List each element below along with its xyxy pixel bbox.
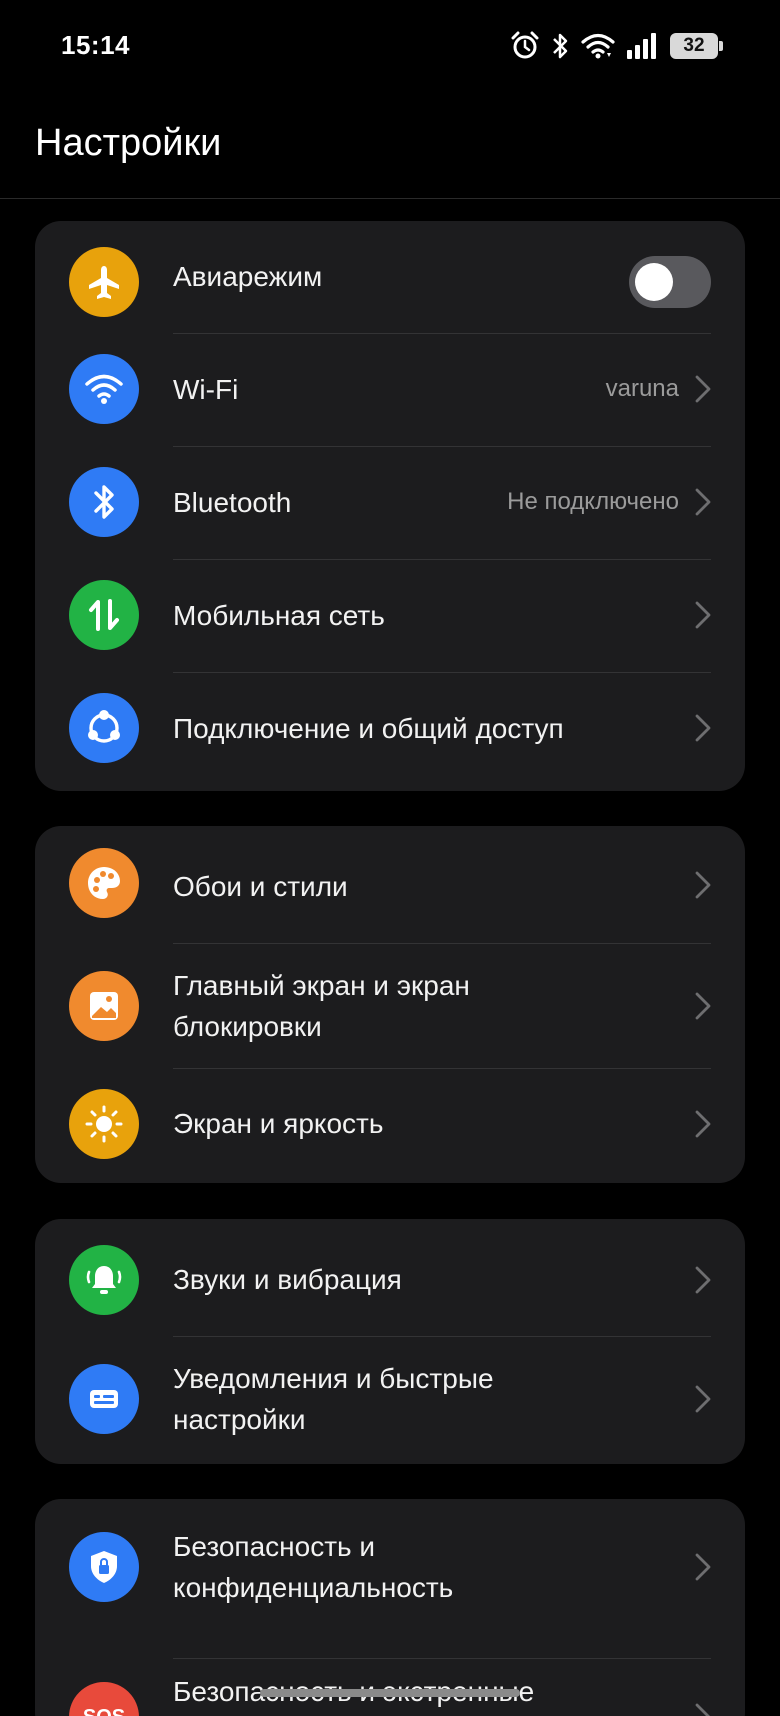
bluetooth-icon	[69, 467, 139, 537]
wifi-icon	[69, 354, 139, 424]
settings-item-sounds-vibration[interactable]: Звуки и вибрация	[35, 1219, 745, 1336]
chevron-right-icon	[695, 601, 711, 629]
chevron-right-icon	[695, 992, 711, 1020]
settings-item-label: Экран и яркость	[173, 1108, 384, 1139]
chevron-right-icon	[695, 375, 711, 403]
settings-item-label: Главный экран и экран блокировки	[173, 970, 470, 1042]
sun-icon	[69, 1089, 139, 1159]
settings-group-connectivity: Авиарежим Wi-Fi varuna Bluetooth Не подк…	[35, 221, 745, 791]
bluetooth-status-icon	[553, 33, 568, 59]
status-bar: 15:14 32	[0, 0, 780, 96]
settings-item-notifications-quick-settings[interactable]: Уведомления и быстрые настройки	[35, 1337, 745, 1464]
settings-item-label: Авиарежим	[173, 261, 323, 292]
settings-item-label: Звуки и вибрация	[173, 1264, 402, 1295]
settings-item-safety-emergency[interactable]: SOS Безопасность и экстренные случаи	[35, 1659, 745, 1716]
toggle-knob	[635, 263, 673, 301]
palette-icon	[69, 848, 139, 918]
alarm-icon	[511, 31, 539, 59]
airplane-icon	[69, 247, 139, 317]
sos-icon: SOS	[69, 1682, 139, 1716]
battery-icon: 32	[670, 33, 723, 59]
wifi-status-icon	[581, 33, 615, 59]
picture-icon	[69, 971, 139, 1041]
chevron-right-icon	[695, 1266, 711, 1294]
chevron-right-icon	[695, 871, 711, 899]
settings-item-connection-sharing[interactable]: Подключение и общий доступ	[35, 673, 745, 791]
page-header: Настройки	[0, 96, 780, 199]
settings-group-display: Обои и стили Главный экран и экран блоки…	[35, 826, 745, 1183]
bell-icon	[69, 1245, 139, 1315]
settings-item-airplane-mode[interactable]: Авиарежим	[35, 221, 745, 333]
settings-item-label: Обои и стили	[173, 871, 348, 902]
chevron-right-icon	[695, 1553, 711, 1581]
settings-item-label: Wi-Fi	[173, 374, 239, 405]
page-title: Настройки	[35, 122, 222, 164]
share-icon	[69, 693, 139, 763]
settings-item-label: Уведомления и быстрые настройки	[173, 1363, 494, 1435]
settings-item-label: Мобильная сеть	[173, 600, 385, 631]
wifi-network-name: varuna	[605, 375, 679, 402]
settings-item-wallpaper-styles[interactable]: Обои и стили	[35, 826, 745, 943]
mobile-data-icon	[69, 580, 139, 650]
chevron-right-icon	[695, 1703, 710, 1716]
settings-item-security-privacy[interactable]: Безопасность и конфиденциальность	[35, 1499, 745, 1625]
bluetooth-status: Не подключено	[507, 488, 679, 515]
shield-lock-icon	[69, 1532, 139, 1602]
chevron-right-icon	[695, 714, 711, 742]
settings-item-label: Подключение и общий доступ	[173, 713, 564, 744]
settings-item-wifi[interactable]: Wi-Fi varuna	[35, 334, 745, 446]
battery-level: 32	[683, 35, 705, 56]
settings-item-bluetooth[interactable]: Bluetooth Не подключено	[35, 447, 745, 559]
home-indicator[interactable]	[260, 1689, 520, 1697]
airplane-mode-toggle[interactable]	[629, 256, 711, 308]
chevron-right-icon	[695, 1110, 711, 1138]
notification-card-icon	[69, 1364, 139, 1434]
sos-icon-text: SOS	[83, 1706, 125, 1716]
settings-item-label: Bluetooth	[173, 487, 292, 518]
settings-item-display-brightness[interactable]: Экран и яркость	[35, 1069, 745, 1183]
settings-group-security: Безопасность и конфиденциальность SOS Бе…	[35, 1499, 745, 1716]
settings-item-home-lock-screen[interactable]: Главный экран и экран блокировки	[35, 944, 745, 1068]
settings-group-sound-notifications: Звуки и вибрация Уведомления и быстрые н…	[35, 1219, 745, 1464]
chevron-right-icon	[695, 488, 711, 516]
signal-icon	[627, 33, 656, 59]
settings-item-label: Безопасность и конфиденциальность	[173, 1531, 454, 1603]
settings-item-mobile-network[interactable]: Мобильная сеть	[35, 560, 745, 672]
status-time: 15:14	[61, 30, 130, 60]
chevron-right-icon	[695, 1385, 711, 1413]
status-icons: 32	[510, 28, 723, 64]
